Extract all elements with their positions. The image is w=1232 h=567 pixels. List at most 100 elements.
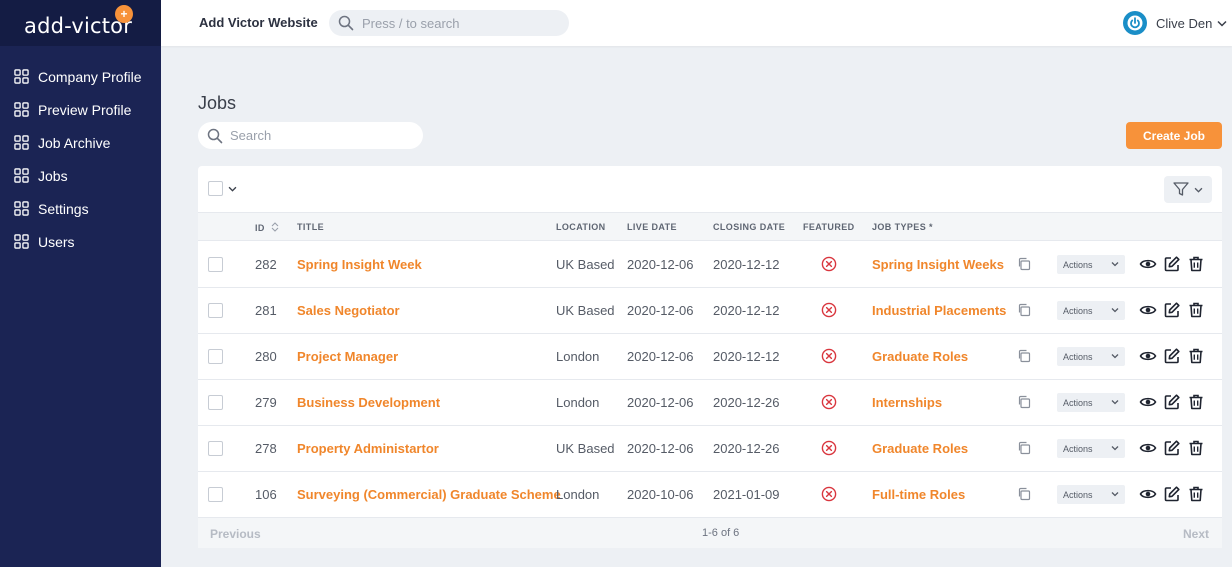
copy-icon[interactable] [1017,257,1031,271]
column-header-job-types[interactable]: JOB TYPES * [872,222,933,232]
row-actions-dropdown[interactable]: Actions [1057,255,1125,274]
row-checkbox[interactable] [208,303,223,318]
view-eye-icon[interactable] [1139,485,1157,503]
chevron-down-icon [1111,492,1119,497]
chevron-down-icon [1111,400,1119,405]
view-eye-icon[interactable] [1139,255,1157,273]
row-checkbox[interactable] [208,487,223,502]
search-icon [207,128,223,144]
chevron-down-icon [228,186,237,192]
job-closing-date: 2021-01-09 [713,487,780,502]
row-actions-dropdown[interactable]: Actions [1057,393,1125,412]
delete-trash-icon[interactable] [1187,393,1205,411]
sidebar-item-company-profile[interactable]: Company Profile [0,60,161,93]
create-job-button[interactable]: Create Job [1126,122,1222,149]
job-id: 282 [255,257,277,272]
column-header-title[interactable]: TITLE [297,222,324,232]
job-type-link[interactable]: Spring Insight Weeks [872,257,1004,272]
previous-page-button[interactable]: Previous [210,527,261,541]
sidebar-item-preview-profile[interactable]: Preview Profile [0,93,161,126]
edit-icon[interactable] [1163,301,1181,319]
sidebar-nav: Company Profile Preview Profile Job Arch… [0,60,161,258]
next-page-button[interactable]: Next [1183,527,1209,541]
table-header: ID TITLE LOCATION LIVE DATE CLOSING DATE… [198,212,1222,241]
jobs-search [198,122,423,149]
copy-icon[interactable] [1017,487,1031,501]
job-type-link[interactable]: Full-time Roles [872,487,965,502]
row-actions-dropdown[interactable]: Actions [1057,439,1125,458]
job-type-link[interactable]: Internships [872,395,942,410]
row-actions-dropdown[interactable]: Actions [1057,301,1125,320]
row-actions-dropdown[interactable]: Actions [1057,347,1125,366]
edit-icon[interactable] [1163,485,1181,503]
copy-icon[interactable] [1017,441,1031,455]
actions-label: Actions [1063,305,1093,316]
user-menu[interactable]: Clive Den [1123,10,1227,36]
sidebar-item-job-archive[interactable]: Job Archive [0,126,161,159]
row-checkbox[interactable] [208,441,223,456]
sidebar-item-jobs[interactable]: Jobs [0,159,161,192]
column-header-closing-date[interactable]: CLOSING DATE [713,222,785,232]
view-eye-icon[interactable] [1139,439,1157,457]
job-title-link[interactable]: Surveying (Commercial) Graduate Scheme [297,487,561,502]
job-title-link[interactable]: Sales Negotiator [297,303,400,318]
actions-label: Actions [1063,259,1093,270]
filter-icon [1173,182,1189,196]
select-all-dropdown[interactable] [208,181,237,196]
sidebar-item-users[interactable]: Users [0,225,161,258]
view-eye-icon[interactable] [1139,301,1157,319]
jobs-search-input[interactable] [230,122,410,149]
column-header-id[interactable]: ID [255,222,279,233]
sidebar-item-settings[interactable]: Settings [0,192,161,225]
grid-icon [14,201,29,216]
job-closing-date: 2020-12-26 [713,441,780,456]
row-checkbox[interactable] [208,349,223,364]
job-title-link[interactable]: Property Administartor [297,441,439,456]
job-type-link[interactable]: Graduate Roles [872,349,968,364]
brand-badge: + [115,5,133,23]
table-row: 282 Spring Insight Week UK Based 2020-12-06… [198,242,1222,288]
page-title: Jobs [198,93,237,113]
row-checkbox[interactable] [208,395,223,410]
job-type-link[interactable]: Graduate Roles [872,441,968,456]
job-type-link[interactable]: Industrial Placements [872,303,1006,318]
pagination: Previous 1-6 of 6 Next [198,517,1222,548]
actions-label: Actions [1063,489,1093,500]
copy-icon[interactable] [1017,349,1031,363]
job-live-date: 2020-12-06 [627,257,694,272]
filter-button[interactable] [1164,176,1212,203]
job-location: UK Based [556,257,615,272]
copy-icon[interactable] [1017,303,1031,317]
table-toolbar [198,166,1222,212]
edit-icon[interactable] [1163,393,1181,411]
job-live-date: 2020-12-06 [627,303,694,318]
copy-icon[interactable] [1017,395,1031,409]
job-title-link[interactable]: Project Manager [297,349,398,364]
column-header-featured[interactable]: FEATURED [803,222,855,232]
chevron-down-icon [1111,446,1119,451]
delete-trash-icon[interactable] [1187,485,1205,503]
site-title[interactable]: Add Victor Website [199,15,318,30]
job-location: UK Based [556,441,615,456]
job-title-link[interactable]: Spring Insight Week [297,257,422,272]
edit-icon[interactable] [1163,255,1181,273]
select-all-checkbox[interactable] [208,181,223,196]
row-checkbox[interactable] [208,257,223,272]
delete-trash-icon[interactable] [1187,255,1205,273]
delete-trash-icon[interactable] [1187,439,1205,457]
job-title-link[interactable]: Business Development [297,395,440,410]
delete-trash-icon[interactable] [1187,301,1205,319]
edit-icon[interactable] [1163,347,1181,365]
actions-label: Actions [1063,443,1093,454]
table-row: 279 Business Development London 2020-12-06 2… [198,380,1222,426]
delete-trash-icon[interactable] [1187,347,1205,365]
column-header-live-date[interactable]: LIVE DATE [627,222,677,232]
row-actions-dropdown[interactable]: Actions [1057,485,1125,504]
global-search-input[interactable] [362,10,562,36]
brand[interactable]: add-victor + [0,0,161,46]
edit-icon[interactable] [1163,439,1181,457]
job-closing-date: 2020-12-26 [713,395,780,410]
view-eye-icon[interactable] [1139,347,1157,365]
view-eye-icon[interactable] [1139,393,1157,411]
column-header-location[interactable]: LOCATION [556,222,606,232]
